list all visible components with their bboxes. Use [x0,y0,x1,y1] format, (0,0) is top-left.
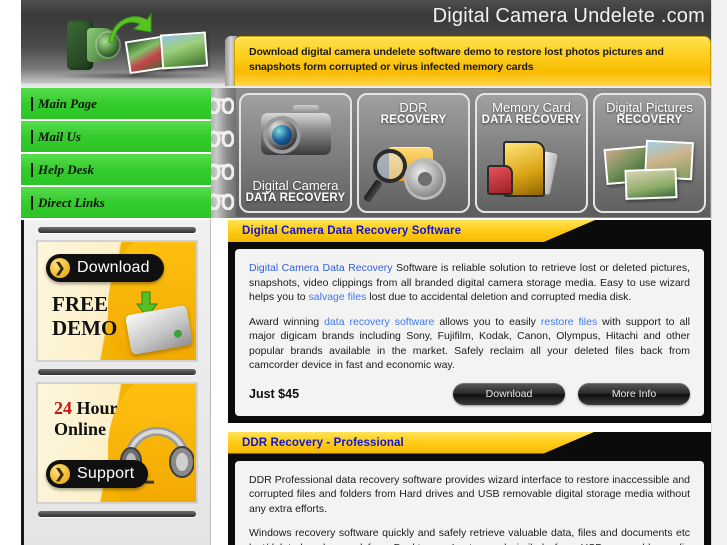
download-pill-button[interactable]: ❯ Download [46,254,164,282]
support-pill-button[interactable]: ❯ Support [46,460,149,488]
sidebar-divider [38,369,196,375]
nav-item-subtitle: Main Page [31,96,97,111]
camera-icon [241,103,350,165]
nav-item-subtitle: Direct Links [31,195,105,210]
tile-memory-card-data-recovery[interactable]: Memory Card DATA RECOVERY [475,93,588,213]
link-restore-files[interactable]: restore files [541,316,597,328]
logo-photo-2 [159,31,209,70]
nav-item-support[interactable]: SUPPORT Help Desk [21,154,357,545]
nav-item-downloads[interactable]: DOWNLOADS Direct Links [21,187,357,545]
tile-ddr-recovery[interactable]: DDR RECOVERY [357,93,470,213]
memory-card-icon [477,135,586,211]
tile-label-line1: Digital Camera [252,178,339,193]
tile-label: Digital Camera DATA RECOVERY [241,179,350,205]
binder-ring-icon [208,97,234,114]
tagline-text: Download digital camera undelete softwar… [249,46,664,73]
sidebar-promos: ❯ Download FREE DEMO 24 Hour Online ❯ Su… [21,220,211,545]
product-tiles: Digital Camera DATA RECOVERY DDR RECOVER… [234,88,711,218]
tile-label: Digital Pictures RECOVERY [595,101,704,127]
tile-label-line2: RECOVERY [616,114,683,126]
site-title: Digital Camera Undelete .com [432,5,705,27]
sidebar-divider [38,511,196,517]
card-paragraph-1: DDR Professional data recovery software … [249,473,690,515]
tile-label-line1: DDR [399,100,428,115]
tile-label-line2: RECOVERY [380,114,447,126]
binder-ring-icon [208,130,234,147]
tagline-banner: Download digital camera undelete softwar… [234,36,711,86]
link-salvage-files[interactable]: salvage files [309,291,367,303]
logo-reflection [53,72,223,80]
card-paragraph-2: Windows recovery software quickly and sa… [249,527,690,545]
download-button[interactable]: Download [453,382,565,405]
tile-label-line1: Digital Pictures [606,100,693,115]
card-body: DDR Professional data recovery software … [228,453,711,545]
promo-headline: FREE DEMO [52,292,117,340]
main-navigation: HOME Main Page CONTACT US Mail Us SUPPOR… [21,88,357,545]
tile-label-line2: DATA RECOVERY [245,192,346,204]
promo-headline-text: Hour [72,398,118,418]
more-info-button[interactable]: More Info [578,382,690,405]
nav-item-subtitle: Mail Us [31,129,81,144]
download-pill-label: Download [77,259,150,276]
promo-free-demo[interactable]: ❯ Download FREE DEMO [36,240,198,362]
card-inner: DDR Professional data recovery software … [235,460,704,545]
promo-headline-line1: FREE [52,292,109,316]
promo-headline-line2: DEMO [52,316,118,340]
photos-icon [595,135,704,211]
sidebar-divider [38,227,196,233]
tile-label: DDR RECOVERY [359,101,468,127]
binder-ring-icon [208,193,234,210]
promo-headline: 24 Hour Online [54,398,118,440]
nav-item-subtitle: Help Desk [31,162,94,177]
page-root: Digital Camera Undelete .com Download di… [0,0,727,545]
support-pill-label: Support [77,465,135,482]
price-label: Just $45 [249,386,300,401]
main-content: Digital Camera Data Recovery Software Di… [228,220,711,545]
paragraph-text: allows you to easily [434,315,541,328]
promo-headline-line2: Online [54,419,107,439]
chevron-right-icon: ❯ [50,464,70,484]
nav-item-contact-us[interactable]: CONTACT US Mail Us [21,121,357,545]
card-paragraph-2: Award winning data recovery software all… [249,315,690,373]
card-body: Digital Camera Data Recovery Software is… [228,242,711,423]
magnifier-gear-icon [359,135,468,211]
card-title: DDR Recovery - Professional [242,436,404,449]
promo-headline-number: 24 [54,398,72,418]
chevron-right-icon: ❯ [50,258,70,278]
tile-label-line1: Memory Card [492,100,571,115]
card-digital-camera-data-recovery: Digital Camera Data Recovery Software Di… [228,220,711,423]
tile-label-line2: DATA RECOVERY [481,114,582,126]
card-ddr-recovery-professional: DDR Recovery - Professional DDR Professi… [228,431,711,545]
tile-digital-camera-data-recovery[interactable]: Digital Camera DATA RECOVERY [239,93,352,213]
link-digital-camera-data-recovery[interactable]: Digital Camera Data Recovery [249,262,393,274]
paragraph-text: Award winning [249,315,325,328]
promo-headline-line1: 24 Hour [54,398,118,419]
binder-ring-icon [208,163,234,180]
card-footer: Just $45 Download More Info [249,382,690,405]
promo-24-hour-support[interactable]: 24 Hour Online ❯ Support [36,382,198,504]
card-paragraph-1: Digital Camera Data Recovery Software is… [249,261,690,305]
link-data-recovery-software[interactable]: data recovery software [324,316,434,328]
card-title: Digital Camera Data Recovery Software [242,225,462,237]
nav-item-home[interactable]: HOME Main Page [21,88,357,545]
site-logo[interactable] [39,6,249,84]
right-gutter [711,0,727,545]
card-inner: Digital Camera Data Recovery Software is… [235,249,704,416]
paragraph-text: lost due to accidental deletion and corr… [366,291,632,303]
tile-digital-pictures-recovery[interactable]: Digital Pictures RECOVERY [593,93,706,213]
card-header: DDR Recovery - Professional [228,431,711,454]
tile-label: Memory Card DATA RECOVERY [477,101,586,127]
card-header: Digital Camera Data Recovery Software [228,220,711,242]
left-gutter [0,0,21,545]
